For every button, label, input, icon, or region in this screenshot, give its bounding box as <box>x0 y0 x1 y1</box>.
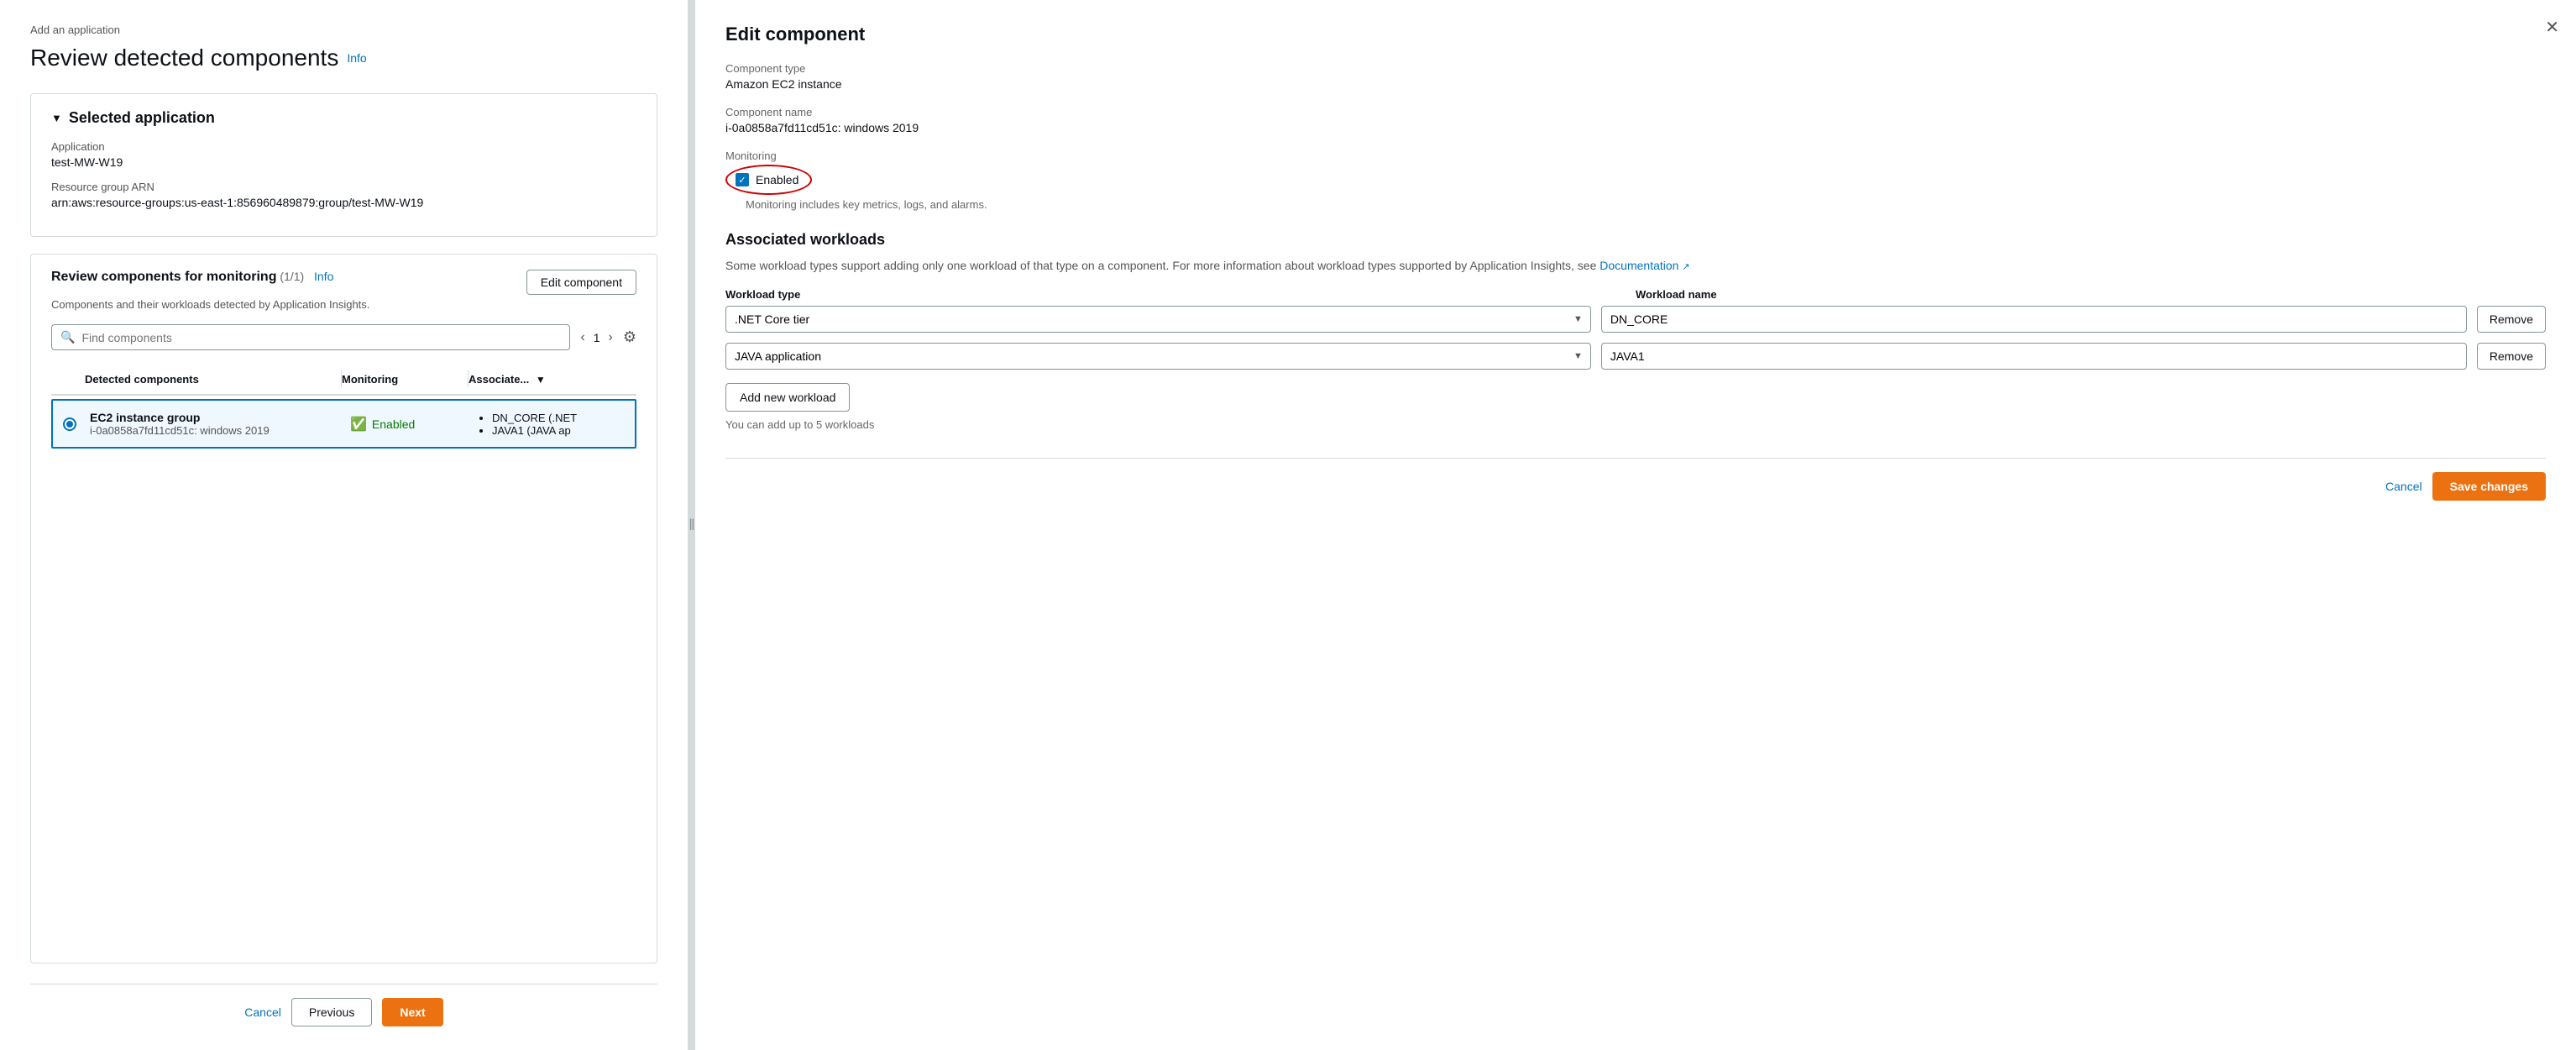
arn-value: arn:aws:resource-groups:us-east-1:856960… <box>51 196 636 209</box>
workload-name-header: Workload name <box>1636 288 2536 301</box>
component-type-label: Component type <box>725 62 2546 75</box>
col-associated: Associate... ▼ <box>469 373 636 386</box>
sort-icon: ▼ <box>536 374 546 386</box>
info-link[interactable]: Info <box>347 51 366 65</box>
table-header: Detected components Monitoring Associate… <box>51 364 636 396</box>
monitoring-section: Monitoring ✓ Enabled Monitoring includes… <box>725 150 2546 211</box>
selected-app-header: ▼ Selected application <box>51 109 636 127</box>
right-panel: ✕ Edit component Component type Amazon E… <box>695 0 2576 1050</box>
search-box: 🔍 <box>51 324 570 350</box>
app-label: Application <box>51 140 636 153</box>
page-number: 1 <box>594 331 600 344</box>
collapse-arrow-icon[interactable]: ▼ <box>51 112 62 124</box>
add-workload-button[interactable]: Add new workload <box>725 383 850 412</box>
previous-button[interactable]: Previous <box>291 998 372 1026</box>
selected-application-section: ▼ Selected application Application test-… <box>30 93 657 237</box>
left-panel: Add an application Review detected compo… <box>0 0 689 1050</box>
workload-type-select-2[interactable]: JAVA application .NET Core tier SQL Serv… <box>725 343 1591 370</box>
cancel-button[interactable]: Cancel <box>244 1005 281 1019</box>
workloads-note: You can add up to 5 workloads <box>725 418 2546 431</box>
rp-bottom-actions: Cancel Save changes <box>725 458 2546 501</box>
review-title: Review components for monitoring <box>51 270 276 284</box>
col-monitoring: Monitoring <box>342 373 468 386</box>
monitoring-status: ✅ Enabled <box>340 416 466 433</box>
workload-item-1: DN_CORE (.NET <box>492 412 635 424</box>
workload-row-2: JAVA application .NET Core tier SQL Serv… <box>725 343 2546 370</box>
component-type-value: Amazon EC2 instance <box>725 77 2546 91</box>
page-title: Review detected components Info <box>30 45 657 71</box>
settings-button[interactable]: ⚙ <box>623 328 636 346</box>
component-name-label: Component name <box>725 106 2546 118</box>
check-circle-icon: ✅ <box>350 416 367 433</box>
workload-type-select-1[interactable]: .NET Core tier JAVA application SQL Serv… <box>725 306 1591 333</box>
review-info-link[interactable]: Info <box>314 270 333 283</box>
workload-header-row: Workload type Workload name <box>725 288 2546 301</box>
workload-item-2: JAVA1 (JAVA ap <box>492 424 635 437</box>
table-row[interactable]: EC2 instance group i-0a0858a7fd11cd51c: … <box>51 399 636 449</box>
app-value: test-MW-W19 <box>51 155 636 169</box>
bottom-actions: Cancel Previous Next <box>30 984 657 1026</box>
edit-component-title: Edit component <box>725 24 2546 45</box>
pagination-controls: ‹ 1 › <box>577 328 615 347</box>
next-page-button[interactable]: › <box>605 328 616 347</box>
workload-type-select-wrapper-2: JAVA application .NET Core tier SQL Serv… <box>725 343 1591 370</box>
workload-row-1: .NET Core tier JAVA application SQL Serv… <box>725 306 2546 333</box>
workload-name-input-2[interactable] <box>1601 343 2467 370</box>
save-changes-button[interactable]: Save changes <box>2432 472 2546 501</box>
remove-workload-1-button[interactable]: Remove <box>2477 306 2546 333</box>
monitoring-enabled-label: Enabled <box>756 173 798 186</box>
next-button[interactable]: Next <box>382 998 442 1026</box>
external-link-icon: ↗ <box>1682 262 1689 272</box>
row-radio[interactable] <box>53 417 86 431</box>
close-button[interactable]: ✕ <box>2545 17 2559 38</box>
documentation-link[interactable]: Documentation ↗ <box>1600 259 1689 272</box>
component-sub: i-0a0858a7fd11cd51c: windows 2019 <box>90 424 339 437</box>
rp-cancel-button[interactable]: Cancel <box>2385 472 2422 501</box>
prev-page-button[interactable]: ‹ <box>577 328 588 347</box>
arn-label: Resource group ARN <box>51 181 636 193</box>
assoc-desc: Some workload types support adding only … <box>725 257 2546 275</box>
monitoring-checkbox[interactable]: ✓ <box>736 173 749 186</box>
workload-name-input-1[interactable] <box>1601 306 2467 333</box>
remove-workload-2-button[interactable]: Remove <box>2477 343 2546 370</box>
review-count: (1/1) <box>280 270 304 283</box>
component-name: EC2 instance group <box>90 411 339 424</box>
review-section: Review components for monitoring (1/1) I… <box>30 254 657 963</box>
edit-component-button[interactable]: Edit component <box>526 270 636 295</box>
workload-type-header: Workload type <box>725 288 1626 301</box>
search-input[interactable] <box>81 331 561 344</box>
component-name-value: i-0a0858a7fd11cd51c: windows 2019 <box>725 121 2546 134</box>
monitoring-hint: Monitoring includes key metrics, logs, a… <box>746 198 2546 211</box>
workloads-col: DN_CORE (.NET JAVA1 (JAVA ap <box>467 412 635 437</box>
review-subtitle: Components and their workloads detected … <box>51 298 636 311</box>
add-app-breadcrumb: Add an application <box>30 24 657 36</box>
panel-divider[interactable]: ‖ <box>689 0 695 1050</box>
monitoring-label: Monitoring <box>725 150 2546 162</box>
workload-type-select-wrapper-1: .NET Core tier JAVA application SQL Serv… <box>725 306 1591 333</box>
search-icon: 🔍 <box>60 330 75 344</box>
monitoring-circle-annotation: ✓ Enabled <box>725 165 812 195</box>
assoc-workloads-title: Associated workloads <box>725 231 2546 249</box>
component-info: EC2 instance group i-0a0858a7fd11cd51c: … <box>86 411 339 437</box>
col-detected: Detected components <box>85 373 341 386</box>
